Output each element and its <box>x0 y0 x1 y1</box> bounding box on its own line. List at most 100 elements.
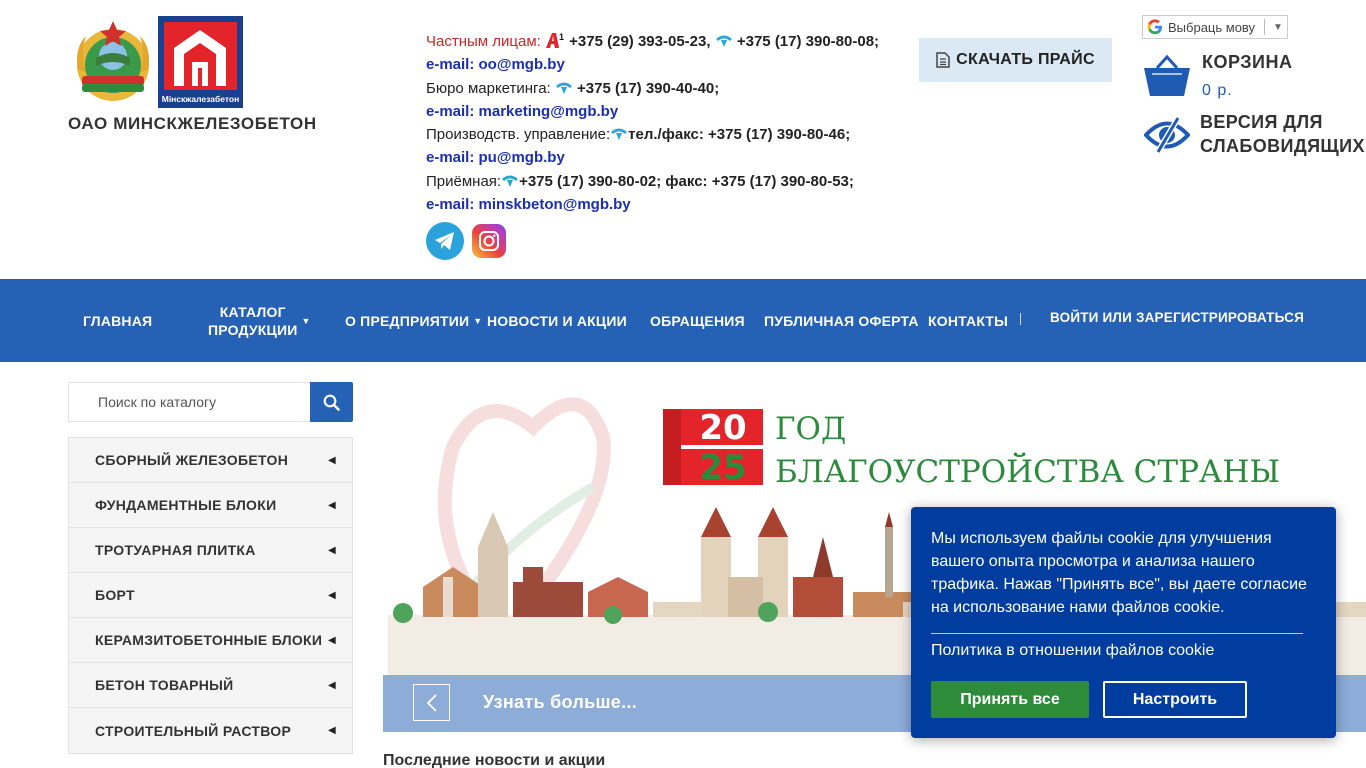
catalog-item-label: БЕТОН ТОВАРНЫЙ <box>95 677 234 693</box>
caret-left-icon: ◀ <box>328 589 336 601</box>
search-icon <box>323 394 340 411</box>
low-vision-label: ВЕРСИЯ ДЛЯ СЛАБОВИДЯЩИХ <box>1200 110 1365 158</box>
page: Мінскжалезабетон ОАО МИНСКЖЕЛЕЗОБЕТОН Ча… <box>0 0 1366 768</box>
email-pu-link[interactable]: e-mail: pu@mgb.by <box>426 149 565 166</box>
svg-text:20: 20 <box>699 408 746 448</box>
catalog-item-label: ФУНДАМЕНТНЫЕ БЛОКИ <box>95 497 277 513</box>
google-icon <box>1147 19 1162 35</box>
landline-phone-icon <box>502 175 519 187</box>
marketing-label: Бюро маркетинга: <box>426 79 551 97</box>
catalog-item[interactable]: БОРТ ◀ <box>69 573 352 618</box>
nav-about[interactable]: О ПРЕДПРИЯТИИ ▼ <box>345 279 482 362</box>
catalog-item[interactable]: КЕРАМЗИТОБЕТОННЫЕ БЛОКИ ◀ <box>69 618 352 663</box>
caret-down-icon: ▼ <box>301 315 311 326</box>
catalog-menu: СБОРНЫЙ ЖЕЛЕЗОБЕТОН ◀ ФУНДАМЕНТНЫЕ БЛОКИ ◀… <box>68 437 353 754</box>
low-vision-line-2: СЛАБОВИДЯЩИХ <box>1200 136 1365 156</box>
language-select[interactable]: Выбраць мову ▼ <box>1142 15 1288 39</box>
download-price-label: СКАЧАТЬ ПРАЙС <box>956 51 1095 68</box>
instagram-icon[interactable] <box>472 224 506 259</box>
catalog-search <box>68 382 353 422</box>
cart-link[interactable]: КОРЗИНА 0 р. <box>1142 52 1362 102</box>
landline-phone-icon <box>555 82 572 94</box>
nav-catalog-line-1: КАТАЛОГ <box>219 303 286 320</box>
slider-prev-button[interactable] <box>413 684 450 721</box>
email-oo-link[interactable]: e-mail: oo@mgb.by <box>426 56 565 73</box>
landline-phone-icon <box>715 35 732 47</box>
caret-left-icon: ◀ <box>328 499 336 511</box>
catalog-item[interactable]: СБОРНЫЙ ЖЕЛЕЗОБЕТОН ◀ <box>69 438 352 483</box>
year-2025-logo: 20 25 <box>663 408 763 488</box>
divider <box>1264 19 1266 35</box>
cookie-consent-dialog: Мы используем файлы cookie для улучшения… <box>911 507 1336 738</box>
catalog-item-label: БОРТ <box>95 587 135 603</box>
nav-catalog-line-2: ПРОДУКЦИИ <box>208 321 298 338</box>
caret-left-icon: ◀ <box>328 544 336 556</box>
download-price-button[interactable]: СКАЧАТЬ ПРАЙС <box>919 38 1112 82</box>
reception-phone[interactable]: +375 (17) 390-80-02; факс: +375 (17) 390… <box>519 173 854 190</box>
belarus-emblem-icon <box>77 21 149 101</box>
a1-operator-icon: 1 <box>545 32 564 48</box>
private-phone-1[interactable]: +375 (29) 393-05-23, <box>569 33 710 50</box>
contacts-block: Частным лицам: 1 +375 (29) 393-05-23, +3… <box>426 30 906 261</box>
nav-divider <box>1020 313 1021 325</box>
nav-contacts[interactable]: КОНТАКТЫ <box>928 279 1008 362</box>
private-label: Частным лицам: <box>426 33 541 50</box>
caret-down-icon: ▼ <box>473 315 483 326</box>
low-vision-line-1: ВЕРСИЯ ДЛЯ <box>1200 112 1323 132</box>
nav-login-register[interactable]: ВОЙТИ ИЛИ ЗАРЕГИСТРИРОВАТЬСЯ <box>1050 276 1304 359</box>
production-label: Производств. управление: <box>426 126 611 144</box>
nav-catalog[interactable]: КАТАЛОГ ПРОДУКЦИИ ▼ <box>208 279 311 362</box>
search-button[interactable] <box>310 382 353 422</box>
nav-appeals[interactable]: ОБРАЩЕНИЯ <box>650 279 745 362</box>
caret-left-icon: ◀ <box>328 725 336 736</box>
catalog-item[interactable]: ТРОТУАРНАЯ ПЛИТКА ◀ <box>69 528 352 573</box>
email-minskbeton-link[interactable]: e-mail: minskbeton@mgb.by <box>426 196 631 213</box>
catalog-item[interactable]: СТРОИТЕЛЬНЫЙ РАСТВОР ◀ <box>69 708 352 753</box>
catalog-item[interactable]: БЕТОН ТОВАРНЫЙ ◀ <box>69 663 352 708</box>
svg-text:25: 25 <box>699 448 746 488</box>
divider <box>931 633 1303 634</box>
reception-label: Приёмная: <box>426 172 502 190</box>
svg-text:Мінскжалезабетон: Мінскжалезабетон <box>162 94 240 104</box>
low-vision-version-link[interactable]: ВЕРСИЯ ДЛЯ СЛАБОВИДЯЩИХ <box>1142 110 1366 160</box>
catalog-item[interactable]: ФУНДАМЕНТНЫЕ БЛОКИ ◀ <box>69 483 352 528</box>
nav-about-label: О ПРЕДПРИЯТИИ <box>345 312 470 329</box>
cart-sum: 0 р. <box>1202 82 1233 99</box>
private-phone-2[interactable]: +375 (17) 390-80-08; <box>737 33 879 50</box>
mgb-logo-icon: Мінскжалезабетон <box>158 16 243 108</box>
production-phone[interactable]: тел./факс: +375 (17) 390-80-46; <box>628 126 850 143</box>
caret-left-icon: ◀ <box>328 454 336 466</box>
landline-phone-icon <box>611 128 628 141</box>
marketing-phone[interactable]: +375 (17) 390-40-40; <box>577 80 719 97</box>
accept-all-button[interactable]: Принять все <box>931 681 1089 718</box>
catalog-item-label: ТРОТУАРНАЯ ПЛИТКА <box>95 542 256 558</box>
banner-title-line-1: ГОД <box>775 411 846 447</box>
catalog-item-label: СБОРНЫЙ ЖЕЛЕЗОБЕТОН <box>95 452 289 468</box>
cookie-buttons: Принять все Настроить <box>931 681 1247 718</box>
nav-public-offer[interactable]: ПУБЛИЧНАЯ ОФЕРТА <box>764 279 919 362</box>
company-name: ОАО МИНСКЖЕЛЕЗОБЕТОН <box>68 114 317 133</box>
catalog-item-label: СТРОИТЕЛЬНЫЙ РАСТВОР <box>95 722 292 739</box>
nav-catalog-label: КАТАЛОГ ПРОДУКЦИИ <box>208 303 297 339</box>
social-links <box>426 222 906 261</box>
caret-left-icon: ◀ <box>328 634 336 646</box>
cookie-settings-button[interactable]: Настроить <box>1103 681 1247 718</box>
main-navigation: ГЛАВНАЯ КАТАЛОГ ПРОДУКЦИИ ▼ О ПРЕДПРИЯТИ… <box>0 279 1366 362</box>
search-input[interactable] <box>68 382 310 422</box>
nav-news[interactable]: НОВОСТИ И АКЦИИ <box>487 279 627 362</box>
latest-news-heading: Последние новости и акции <box>383 752 606 768</box>
cookie-message: Мы используем файлы cookie для улучшения… <box>931 530 1307 616</box>
banner-title-line-2: БЛАГОУСТРОЙСТВА СТРАНЫ <box>775 451 1280 490</box>
email-marketing-link[interactable]: e-mail: marketing@mgb.by <box>426 103 618 120</box>
eye-icon <box>1144 116 1190 154</box>
telegram-icon[interactable] <box>426 222 464 261</box>
basket-icon <box>1144 54 1190 96</box>
nav-home[interactable]: ГЛАВНАЯ <box>83 279 152 362</box>
chevron-down-icon: ▼ <box>1273 21 1283 33</box>
svg-text:1: 1 <box>559 32 564 42</box>
cart-title: КОРЗИНА <box>1202 52 1293 72</box>
language-label: Выбраць мову <box>1168 19 1256 35</box>
catalog-item-label: КЕРАМЗИТОБЕТОННЫЕ БЛОКИ <box>95 632 323 648</box>
learn-more-link[interactable]: Узнать больше... <box>483 692 637 713</box>
cookie-policy-link[interactable]: Политика в отношении файлов cookie <box>931 642 1214 660</box>
